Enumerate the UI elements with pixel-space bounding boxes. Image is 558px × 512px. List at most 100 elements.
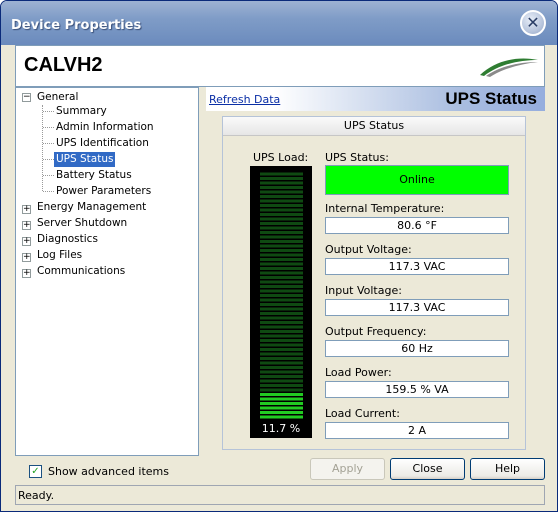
load-current-label: Load Current:: [325, 407, 400, 420]
input-voltage-label: Input Voltage:: [325, 284, 402, 297]
load-meter-segment: [281, 186, 303, 189]
show-advanced-checkbox[interactable]: ✓: [29, 465, 42, 478]
tree-item-summary[interactable]: Summary: [54, 104, 109, 119]
load-meter-segment: [281, 226, 303, 230]
load-meter-segment: [260, 249, 282, 252]
load-meter-segment: [281, 271, 303, 275]
expand-energy-management-expander[interactable]: +: [22, 205, 31, 214]
load-meter-segment: [260, 393, 282, 396]
load-meter-segment: [281, 240, 303, 243]
load-meter-segment: [260, 370, 282, 374]
input-voltage-value: 117.3 VAC: [325, 299, 509, 316]
load-meter-segment: [260, 276, 282, 279]
load-meter-segment: [260, 186, 282, 189]
load-meter-segment: [281, 204, 303, 207]
load-meter-segment: [281, 316, 303, 320]
output-frequency-value: 60 Hz: [325, 340, 509, 357]
load-meter-segment: [281, 325, 303, 329]
load-meter-segment: [260, 298, 282, 302]
load-meter-segment: [260, 190, 282, 194]
load-meter-segment: [281, 190, 303, 194]
load-meter-segment: [281, 199, 303, 203]
tree-item-diagnostics[interactable]: Diagnostics: [35, 232, 100, 247]
load-meter-segment: [260, 330, 282, 333]
window-title: Device Properties: [11, 18, 142, 33]
load-meter-segment: [260, 361, 282, 365]
close-icon: ✕: [526, 13, 540, 32]
load-meter-segment: [281, 258, 303, 261]
title-bar[interactable]: Device Properties ✕: [1, 1, 557, 45]
load-meter-segment: [281, 397, 303, 401]
navigation-tree: − General Summary Admin Information UPS …: [15, 87, 199, 456]
load-meter-segment: [260, 172, 282, 176]
expand-server-shutdown-expander[interactable]: +: [22, 221, 31, 230]
load-meter-segment: [281, 393, 303, 396]
close-button[interactable]: Close: [390, 458, 465, 480]
help-button[interactable]: Help: [470, 458, 545, 480]
tree-item-server-shutdown[interactable]: Server Shutdown: [35, 216, 129, 231]
tree-item-power-parameters[interactable]: Power Parameters: [54, 184, 153, 199]
panel-title-bar: Refresh Data UPS Status: [206, 87, 545, 111]
load-meter-segment: [260, 415, 282, 419]
load-meter-segment: [281, 312, 303, 315]
load-meter-segment: [260, 307, 282, 311]
tree-item-ups-status[interactable]: UPS Status: [54, 152, 116, 167]
load-meter-segment: [260, 384, 282, 387]
output-frequency-label: Output Frequency:: [325, 325, 427, 338]
load-meter-segment: [281, 361, 303, 365]
load-meter-segment: [281, 235, 303, 239]
close-window-button[interactable]: ✕: [520, 10, 546, 36]
load-meter-segment: [281, 406, 303, 410]
load-meter-segment: [260, 316, 282, 320]
load-meter-segment: [260, 226, 282, 230]
tree-item-communications[interactable]: Communications: [35, 264, 127, 279]
load-meter-segment: [260, 375, 282, 378]
refresh-data-link[interactable]: Refresh Data: [209, 93, 280, 106]
load-meter-segment: [260, 217, 282, 221]
load-power-label: Load Power:: [325, 366, 392, 379]
device-name: CALVH2: [24, 54, 103, 76]
load-meter-segment: [281, 352, 303, 356]
load-meter-segment: [260, 253, 282, 257]
load-meter-segment: [281, 285, 303, 288]
panel-title: UPS Status: [445, 89, 537, 108]
load-meter-segment: [281, 172, 303, 176]
load-meter-segment: [281, 411, 303, 414]
tree-item-log-files[interactable]: Log Files: [35, 248, 84, 263]
ups-status-group: UPS Status UPS Load: 11.7 % UPS Status: …: [222, 116, 526, 450]
load-meter-segment: [281, 253, 303, 257]
expand-diagnostics-expander[interactable]: +: [22, 237, 31, 246]
apply-button[interactable]: Apply: [310, 458, 385, 480]
swoosh-logo-icon: [480, 58, 538, 77]
load-meter-segment: [260, 262, 282, 266]
load-meter-segment: [281, 402, 303, 405]
tree-item-ups-identification[interactable]: UPS Identification: [54, 136, 151, 151]
load-meter-segment: [281, 177, 303, 180]
load-meter-segment: [281, 303, 303, 306]
ups-status-value: Online: [325, 165, 509, 195]
tree-item-admin-information[interactable]: Admin Information: [54, 120, 156, 135]
load-meter-segment: [260, 366, 282, 369]
load-meter-segment: [281, 208, 303, 212]
tree-connector: [43, 159, 54, 160]
load-power-value: 159.5 % VA: [325, 381, 509, 398]
expand-communications-expander[interactable]: +: [22, 269, 31, 278]
tree-item-energy-management[interactable]: Energy Management: [35, 200, 148, 215]
load-meter-segment: [260, 402, 282, 405]
load-meter-segment: [260, 240, 282, 243]
load-meter-segment: [260, 348, 282, 351]
load-meter-segment: [281, 375, 303, 378]
collapse-general-expander[interactable]: −: [22, 93, 31, 102]
tree-item-general[interactable]: General: [35, 90, 80, 105]
tree-connector: [42, 105, 43, 191]
load-meter-segment: [281, 181, 303, 185]
load-meter-segment: [281, 267, 303, 270]
load-meter-segment: [260, 222, 282, 225]
load-meter-segment: [281, 249, 303, 252]
load-meter-segment: [281, 217, 303, 221]
load-meter-segment: [260, 244, 282, 248]
expand-log-files-expander[interactable]: +: [22, 253, 31, 262]
tree-item-battery-status[interactable]: Battery Status: [54, 168, 134, 183]
load-meter-segment: [281, 357, 303, 360]
internal-temperature-value: 80.6 °F: [325, 217, 509, 234]
